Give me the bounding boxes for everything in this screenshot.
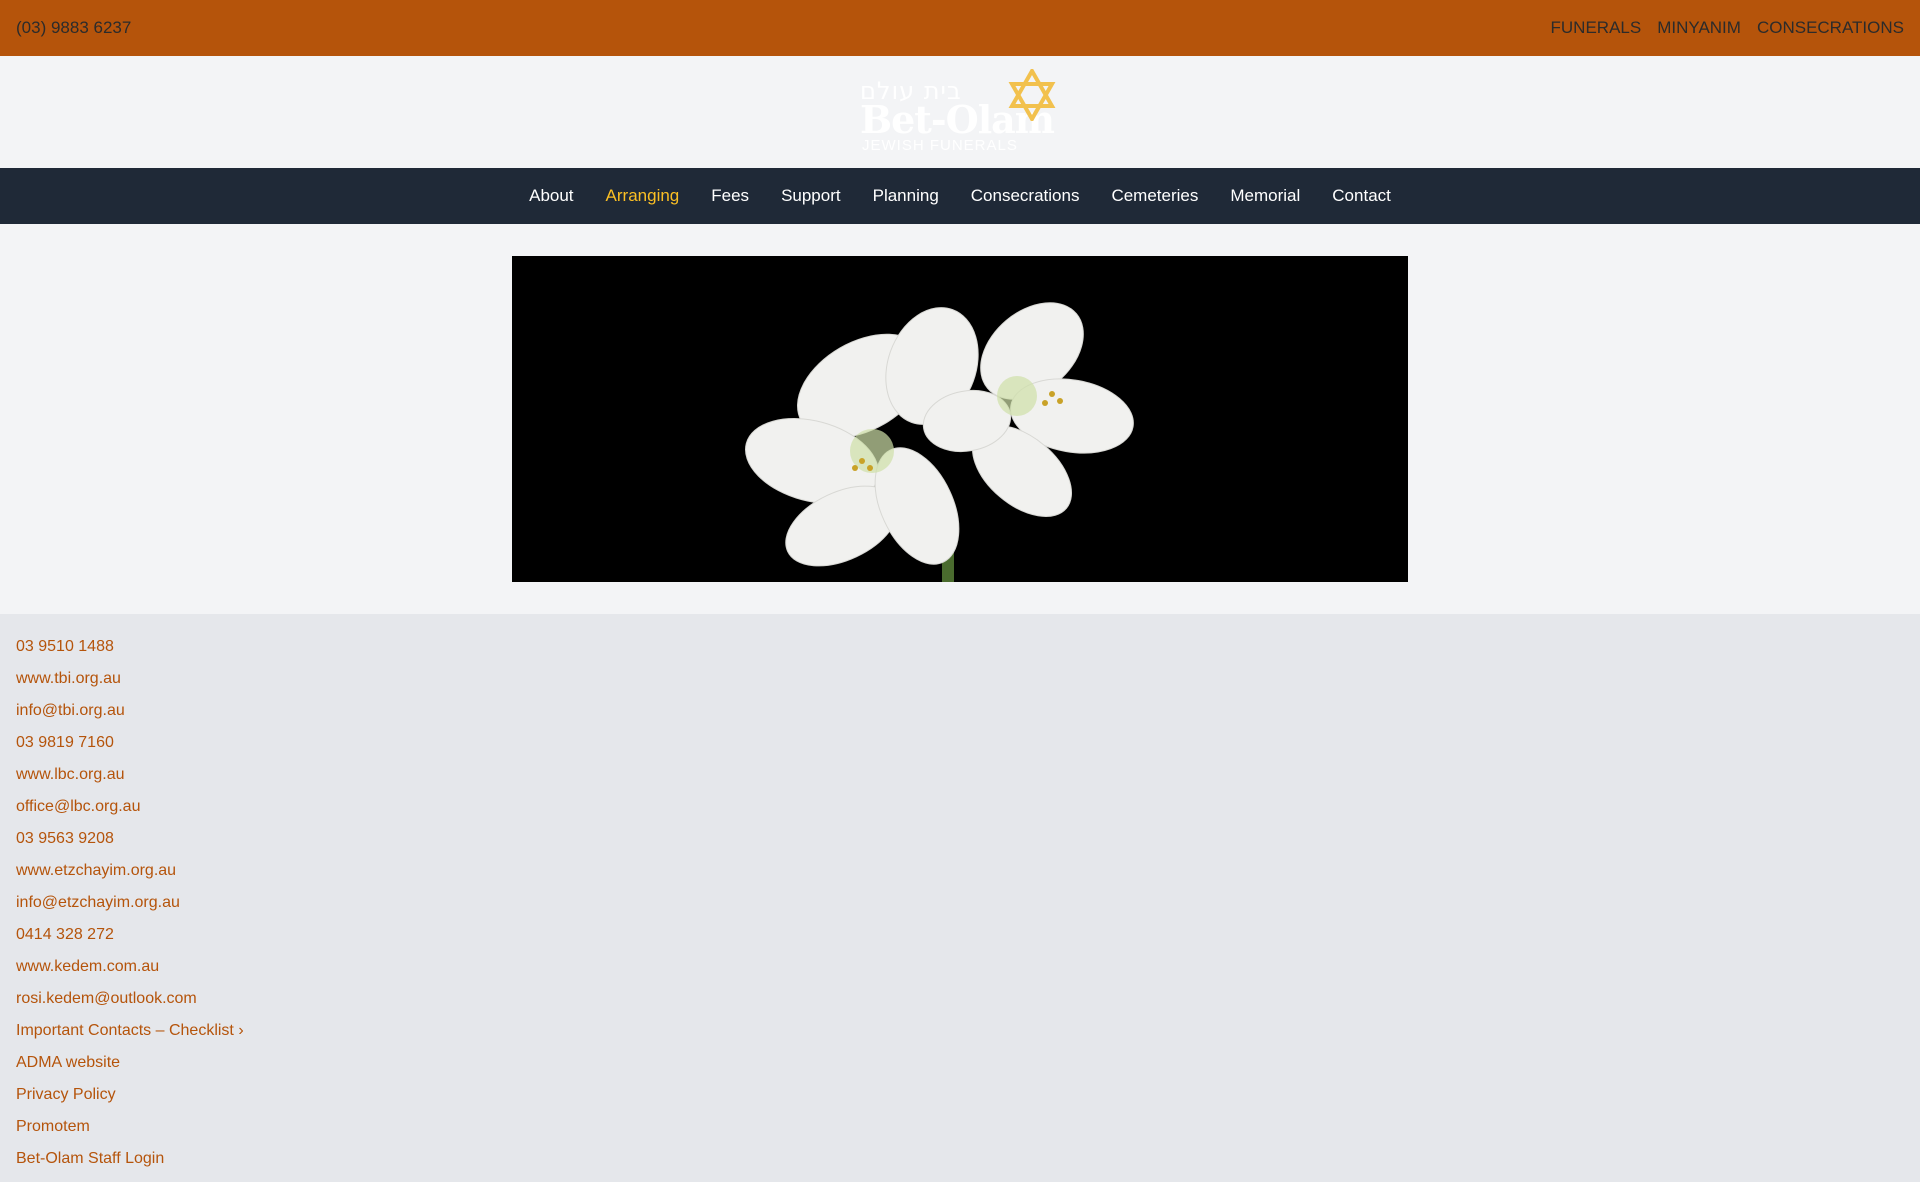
footer-link-adma[interactable]: ADMA website — [16, 1054, 120, 1071]
footer-links: 03 9510 1488 www.tbi.org.au info@tbi.org… — [16, 638, 1904, 1182]
nav-support[interactable]: Support — [781, 186, 841, 206]
nav-fees[interactable]: Fees — [711, 186, 749, 206]
site-logo[interactable]: בית עולם Bet-Olam JEWISH FUNERALS — [860, 69, 1060, 155]
footer-link-etzchayim-phone[interactable]: 03 9563 9208 — [16, 830, 114, 847]
top-link-funerals[interactable]: FUNERALS — [1551, 18, 1642, 38]
footer-link-kedem-email[interactable]: rosi.kedem@outlook.com — [16, 990, 197, 1007]
hero-band — [0, 224, 1920, 614]
footer-link-lbc-website[interactable]: www.lbc.org.au — [16, 766, 125, 783]
star-of-david-icon — [1008, 69, 1056, 121]
top-link-consecrations[interactable]: CONSECRATIONS — [1757, 18, 1904, 38]
footer-link-etzchayim-email[interactable]: info@etzchayim.org.au — [16, 894, 180, 911]
phone-number[interactable]: (03) 9883 6237 — [16, 18, 131, 38]
logo-subtitle: JEWISH FUNERALS — [862, 137, 1018, 154]
nav-memorial[interactable]: Memorial — [1230, 186, 1300, 206]
nav-cemeteries[interactable]: Cemeteries — [1111, 186, 1198, 206]
nav-about[interactable]: About — [529, 186, 573, 206]
footer-link-etzchayim-website[interactable]: www.etzchayim.org.au — [16, 862, 176, 879]
logo-band: בית עולם Bet-Olam JEWISH FUNERALS — [0, 56, 1920, 168]
lily-flower-image — [512, 256, 1408, 582]
footer-link-lbc-email[interactable]: office@lbc.org.au — [16, 798, 140, 815]
nav-arranging[interactable]: Arranging — [606, 186, 680, 206]
footer-link-staff-login[interactable]: Bet-Olam Staff Login — [16, 1150, 164, 1167]
footer-link-tbi-email[interactable]: info@tbi.org.au — [16, 702, 125, 719]
nav-consecrations[interactable]: Consecrations — [971, 186, 1080, 206]
top-links: FUNERALS MINYANIM CONSECRATIONS — [1551, 18, 1904, 38]
top-bar: (03) 9883 6237 FUNERALS MINYANIM CONSECR… — [0, 0, 1920, 56]
footer-link-promotem[interactable]: Promotem — [16, 1118, 90, 1135]
footer-link-lbc-phone[interactable]: 03 9819 7160 — [16, 734, 114, 751]
footer-link-privacy-policy[interactable]: Privacy Policy — [16, 1086, 116, 1103]
footer-link-kedem-website[interactable]: www.kedem.com.au — [16, 958, 159, 975]
footer: 03 9510 1488 www.tbi.org.au info@tbi.org… — [0, 614, 1920, 1182]
footer-link-tbi-phone[interactable]: 03 9510 1488 — [16, 638, 114, 655]
footer-link-tbi-website[interactable]: www.tbi.org.au — [16, 670, 121, 687]
footer-link-kedem-phone[interactable]: 0414 328 272 — [16, 926, 114, 943]
main-nav: About Arranging Fees Support Planning Co… — [0, 168, 1920, 224]
nav-planning[interactable]: Planning — [873, 186, 939, 206]
footer-link-contacts-checklist[interactable]: Important Contacts – Checklist › — [16, 1022, 244, 1039]
nav-contact[interactable]: Contact — [1332, 186, 1391, 206]
top-link-minyanim[interactable]: MINYANIM — [1657, 18, 1741, 38]
